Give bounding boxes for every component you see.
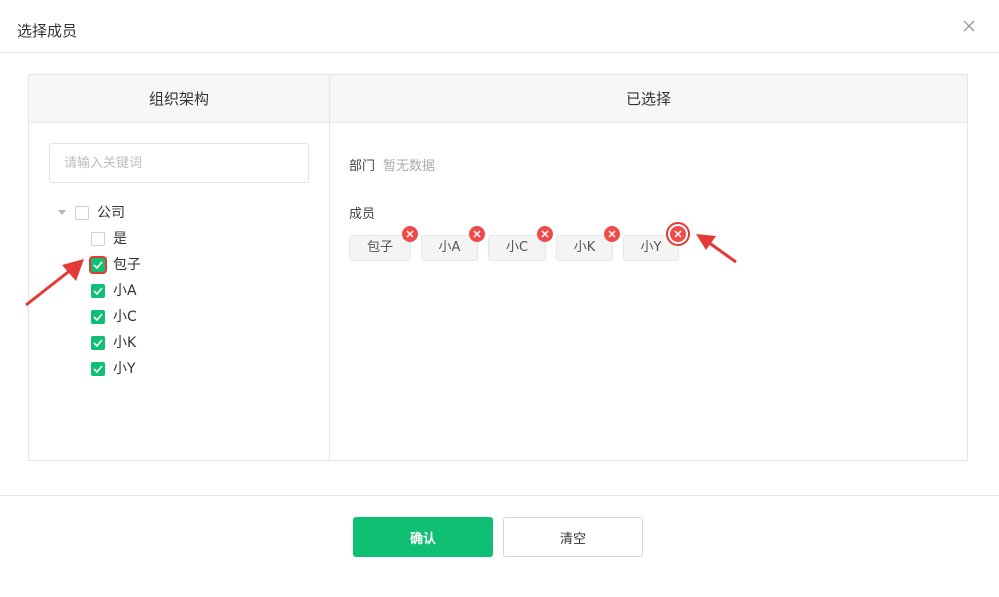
dialog-header: 选择成员 bbox=[0, 0, 999, 53]
tree-node-label: 小C bbox=[113, 309, 137, 325]
tree-node-company[interactable]: 公司 bbox=[57, 203, 125, 223]
selected-tag-label: 小A bbox=[438, 240, 461, 255]
confirm-button[interactable]: 确认 bbox=[353, 517, 493, 557]
tree-node-label: 包子 bbox=[113, 257, 141, 273]
selected-tag-label: 小Y bbox=[640, 240, 662, 255]
selected-tag: 小C bbox=[488, 226, 553, 261]
department-label: 部门 bbox=[349, 159, 376, 174]
tree-node-baozi[interactable]: 包子 bbox=[91, 255, 141, 275]
clear-button[interactable]: 清空 bbox=[503, 517, 643, 557]
selected-tag-label: 小K bbox=[573, 240, 596, 255]
department-row: 部门 暂无数据 bbox=[349, 155, 435, 174]
search-input[interactable] bbox=[49, 143, 309, 183]
remove-icon[interactable] bbox=[537, 226, 553, 242]
checkbox-xiao-y[interactable] bbox=[91, 362, 105, 376]
tree-node-xiao-a[interactable]: 小A bbox=[91, 281, 137, 301]
selected-tag: 小K bbox=[556, 226, 620, 261]
tree-node-label: 小Y bbox=[113, 361, 136, 377]
checkbox-shi[interactable] bbox=[91, 232, 105, 246]
selected-header: 已选择 bbox=[330, 75, 967, 123]
tree-node-label: 小K bbox=[113, 335, 137, 351]
org-structure-column: 组织架构 公司 是 包子 bbox=[29, 75, 330, 460]
checkbox-baozi[interactable] bbox=[91, 258, 105, 272]
caret-down-icon[interactable] bbox=[57, 208, 67, 218]
selected-tag: 小Y bbox=[623, 226, 686, 261]
dialog-title: 选择成员 bbox=[17, 22, 78, 40]
member-label: 成员 bbox=[349, 207, 376, 222]
remove-icon[interactable] bbox=[604, 226, 620, 242]
close-icon[interactable] bbox=[960, 17, 978, 35]
tree-node-shi[interactable]: 是 bbox=[91, 229, 127, 249]
org-structure-header: 组织架构 bbox=[29, 75, 329, 123]
remove-icon[interactable] bbox=[402, 226, 418, 242]
tree-node-xiao-k[interactable]: 小K bbox=[91, 333, 136, 353]
tree-node-label: 是 bbox=[113, 231, 127, 247]
tree-node-xiao-c[interactable]: 小C bbox=[91, 307, 137, 327]
dialog-footer: 确认 清空 bbox=[0, 495, 999, 597]
selected-tag-label: 包子 bbox=[366, 240, 393, 255]
checkbox-company[interactable] bbox=[75, 206, 89, 220]
checkbox-xiao-a[interactable] bbox=[91, 284, 105, 298]
remove-icon[interactable] bbox=[469, 226, 485, 242]
tree-node-label: 公司 bbox=[97, 205, 125, 221]
tree-node-xiao-y[interactable]: 小Y bbox=[91, 359, 136, 379]
selected-column: 已选择 部门 暂无数据 成员 包子 小A 小C 小K 小Y bbox=[330, 75, 967, 460]
selected-tag-label: 小C bbox=[505, 240, 529, 255]
selected-tag: 小A bbox=[421, 226, 485, 261]
remove-icon[interactable] bbox=[670, 226, 686, 242]
checkbox-xiao-k[interactable] bbox=[91, 336, 105, 350]
select-member-dialog: 选择成员 组织架构 公司 是 包子 bbox=[0, 0, 999, 597]
selection-panel: 组织架构 公司 是 包子 bbox=[28, 74, 968, 461]
selected-tag: 包子 bbox=[349, 226, 418, 261]
tree-node-label: 小A bbox=[113, 283, 137, 299]
department-empty-text: 暂无数据 bbox=[383, 159, 436, 174]
checkbox-xiao-c[interactable] bbox=[91, 310, 105, 324]
